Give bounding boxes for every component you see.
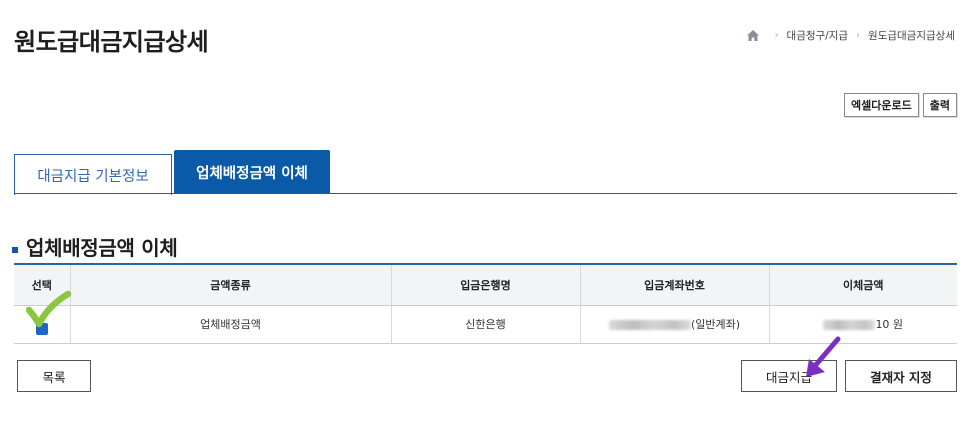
amount-suffix-text: 10 원 [875,318,904,331]
print-button[interactable]: 출력 [922,93,957,117]
tab-underline [14,193,957,194]
bank-cell: 신한은행 [390,305,580,344]
section-title: 업체배정금액 이체 [12,232,178,261]
redacted-account-number [608,320,691,330]
breadcrumb-item-current[interactable]: 원도급대금지급상세 [868,28,955,43]
home-icon[interactable] [746,30,759,41]
tab-basic-info[interactable]: 대금지급 기본정보 [14,154,172,195]
top-toolbar: 엑셀다운로드 출력 [844,93,957,117]
breadcrumb-item-billing[interactable]: 대금청구/지급 [787,28,849,43]
breadcrumb: › 대금청구/지급 › 원도급대금지급상세 [746,28,955,43]
account-number-cell: (일반계좌) [579,305,769,344]
assign-approver-button[interactable]: 결재자 지정 [845,360,957,392]
header-transfer-amount: 이체금액 [768,263,957,306]
checkmark-annotation-icon [26,290,72,328]
page-title: 원도급대금지급상세 [14,28,209,56]
account-type-text: (일반계좌) [690,318,741,331]
section-title-text: 업체배정금액 이체 [26,236,178,260]
chevron-right-icon: › [774,30,779,41]
header-amount-type: 금액종류 [69,263,391,306]
transfer-table: 선택 금액종류 입금은행명 입금계좌번호 이체금액 업체배정금액 신한은행 (일… [14,263,957,344]
header-account-number: 입금계좌번호 [579,263,769,306]
redacted-amount [823,320,876,330]
amount-type-cell: 업체배정금액 [69,305,391,344]
tab-bar: 대금지급 기본정보 업체배정금액 이체 [14,150,330,195]
transfer-amount-cell: 10 원 [768,305,957,344]
list-button[interactable]: 목록 [17,360,91,392]
table-header-row: 선택 금액종류 입금은행명 입금계좌번호 이체금액 [14,263,957,306]
excel-download-button[interactable]: 엑셀다운로드 [844,93,919,117]
header-bank: 입금은행명 [390,263,580,306]
arrow-annotation-icon [806,336,841,377]
section-bullet-icon [12,243,18,253]
chevron-right-icon: › [856,30,861,41]
tab-transfer[interactable]: 업체배정금액 이체 [174,150,330,194]
